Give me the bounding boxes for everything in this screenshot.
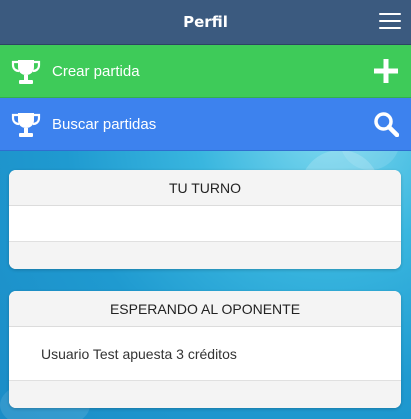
- top-bar: Perfil: [0, 0, 411, 45]
- hamburger-menu-icon[interactable]: [379, 13, 401, 31]
- waiting-opponent-section: ESPERANDO AL OPONENTE Usuario Test apues…: [9, 291, 401, 408]
- list-item[interactable]: [9, 206, 401, 242]
- section-title: TU TURNO: [9, 170, 401, 206]
- search-games-label: Buscar partidas: [52, 115, 157, 133]
- section-footer: [9, 242, 401, 269]
- trophy-icon: [11, 60, 41, 84]
- search-games-button[interactable]: Buscar partidas: [0, 98, 411, 151]
- your-turn-section: TU TURNO: [9, 170, 401, 269]
- list-item[interactable]: Usuario Test apuesta 3 créditos: [9, 327, 401, 381]
- page-title: Perfil: [183, 13, 228, 31]
- section-footer: [9, 381, 401, 408]
- create-game-button[interactable]: Crear partida: [0, 45, 411, 98]
- create-game-label: Crear partida: [52, 62, 140, 80]
- section-title: ESPERANDO AL OPONENTE: [9, 291, 401, 327]
- trophy-icon: [11, 113, 41, 137]
- plus-icon: [374, 59, 398, 83]
- search-icon: [374, 112, 399, 137]
